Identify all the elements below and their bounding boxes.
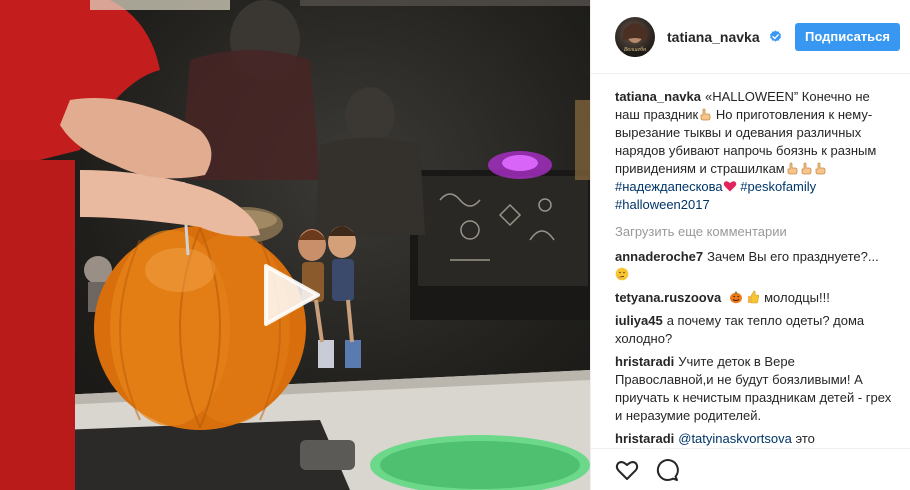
- instagram-post: Волшебн tatiana_navka Подписаться tatian…: [0, 0, 910, 490]
- comments-list: tatiana_navka «HALLOWEEN” Конечно не наш …: [591, 74, 910, 448]
- action-bar: [591, 448, 910, 490]
- comment-text: молодцы!!!: [764, 290, 830, 305]
- jack-o-lantern-emoji-icon: [729, 291, 742, 304]
- heart-icon[interactable]: [615, 458, 639, 482]
- comment-username[interactable]: hristaradi: [615, 431, 674, 446]
- verified-badge-icon: [769, 29, 781, 42]
- author-username[interactable]: tatiana_navka: [667, 29, 782, 45]
- avatar[interactable]: Волшебн: [615, 16, 655, 57]
- comment-username[interactable]: iuliya45: [615, 313, 663, 328]
- video-player[interactable]: [0, 0, 590, 490]
- thinking-face-emoji-icon: [615, 267, 629, 281]
- thumbs-up-emoji-icon: [748, 290, 760, 304]
- red-heart-emoji-icon: [723, 181, 736, 192]
- comment-text: Зачем Вы его празднуете?...: [707, 249, 879, 264]
- hashtag-link[interactable]: #надеждапескова: [615, 179, 723, 194]
- comment-icon[interactable]: [655, 458, 679, 482]
- hashtag-link[interactable]: #halloween2017: [615, 197, 710, 212]
- post-header: Волшебн tatiana_navka Подписаться: [591, 0, 910, 74]
- play-icon: [264, 264, 320, 326]
- comment-item: annaderoche7 Зачем Вы его празднуете?...: [615, 248, 894, 284]
- caption-username[interactable]: tatiana_navka: [615, 89, 701, 104]
- comment-item: iuliya45 а почему так тепло одеты? дома х…: [615, 312, 894, 348]
- comment-item: hristaradi @tatyinaskvortsova это: [615, 430, 894, 448]
- play-button[interactable]: [262, 262, 322, 328]
- avatar-image: Волшебн: [621, 22, 649, 57]
- video-frame: [0, 0, 590, 490]
- follow-button[interactable]: Подписаться: [794, 22, 900, 51]
- pointing-hand-emoji-icon: [700, 108, 711, 121]
- comment-item: tetyana.ruszoova молодцы!!!: [615, 289, 894, 307]
- pointing-hand-emoji-icon: [815, 162, 826, 175]
- comment-text: это: [795, 431, 815, 446]
- post-caption: tatiana_navka «HALLOWEEN” Конечно не наш …: [615, 88, 894, 214]
- comment-username[interactable]: hristaradi: [615, 354, 674, 369]
- post-sidebar: Волшебн tatiana_navka Подписаться tatian…: [590, 0, 910, 490]
- comment-username[interactable]: annaderoche7: [615, 249, 703, 264]
- pointing-hand-emoji-icon: [801, 162, 812, 175]
- comment-username[interactable]: tetyana.ruszoova: [615, 290, 721, 305]
- comment-item: hristaradi Учите деток в Вере Православно…: [615, 353, 894, 425]
- load-more-comments-link[interactable]: Загрузить еще комментарии: [615, 223, 894, 241]
- mention-link[interactable]: @tatyinaskvortsova: [678, 431, 792, 446]
- svg-text:Волшебн: Волшебн: [624, 46, 646, 53]
- hashtag-link[interactable]: #peskofamily: [740, 179, 816, 194]
- pointing-hand-emoji-icon: [787, 162, 798, 175]
